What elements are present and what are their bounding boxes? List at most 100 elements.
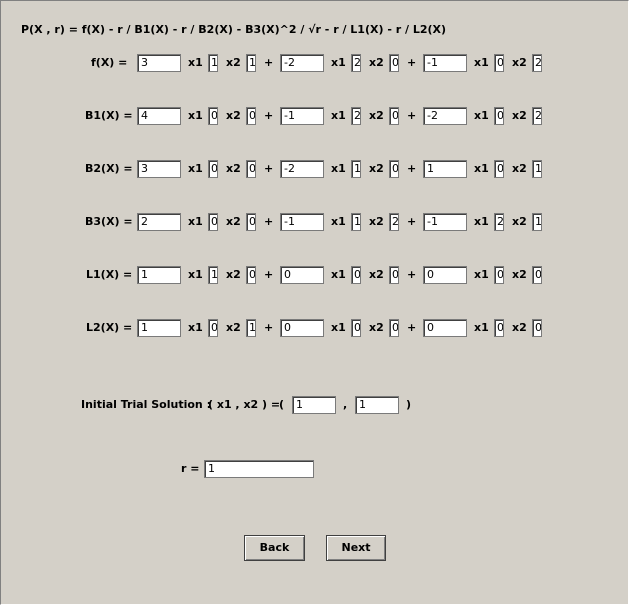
x2-label: x2 [369, 268, 384, 281]
coefficient-field[interactable]: 3 [137, 54, 181, 72]
x2-label: x2 [369, 162, 384, 175]
x2-exponent-field[interactable]: 0 [389, 160, 399, 178]
coefficient-field[interactable]: -2 [280, 54, 324, 72]
x1-exponent-field[interactable]: 2 [351, 107, 361, 125]
row-label: L2(X) = [86, 321, 133, 334]
x2-label: x2 [512, 215, 527, 228]
penalty-formula: P(X , r) = f(X) - r / B1(X) - r / B2(X) … [21, 23, 447, 36]
x2-exponent-field[interactable]: 1 [246, 319, 256, 337]
x2-label: x2 [512, 56, 527, 69]
x1-label: x1 [188, 109, 203, 122]
initial-solution-label: Initial Trial Solution : [81, 398, 211, 411]
plus-sign: + [407, 268, 417, 281]
x2-label: x2 [226, 268, 241, 281]
x1-exponent-field[interactable]: 0 [208, 160, 218, 178]
row-label: f(X) = [91, 56, 128, 69]
initial-x2-field[interactable]: 1 [355, 396, 399, 414]
x2-exponent-field[interactable]: 2 [389, 213, 399, 231]
x1-exponent-field[interactable]: 0 [351, 319, 361, 337]
x2-exponent-field[interactable]: 0 [246, 266, 256, 284]
x2-exponent-field[interactable]: 0 [389, 319, 399, 337]
x1-exponent-field[interactable]: 0 [351, 266, 361, 284]
r-field[interactable]: 1 [204, 460, 314, 478]
x2-exponent-field[interactable]: 0 [246, 107, 256, 125]
next-button[interactable]: Next [326, 535, 386, 561]
r-label: r = [181, 462, 200, 475]
plus-sign: + [407, 109, 417, 122]
x2-exponent-field[interactable]: 0 [532, 319, 542, 337]
x2-exponent-field[interactable]: 1 [246, 54, 256, 72]
x2-exponent-field[interactable]: 2 [532, 54, 542, 72]
x2-exponent-field[interactable]: 0 [246, 213, 256, 231]
x2-exponent-field[interactable]: 1 [532, 160, 542, 178]
x2-exponent-field[interactable]: 0 [389, 107, 399, 125]
coefficient-field[interactable]: 0 [280, 319, 324, 337]
plus-sign: + [407, 56, 417, 69]
plus-sign: + [264, 56, 274, 69]
x1-exponent-field[interactable]: 0 [494, 160, 504, 178]
plus-sign: + [407, 162, 417, 175]
close-paren: ) [406, 398, 412, 411]
x2-exponent-field[interactable]: 0 [246, 160, 256, 178]
x1-exponent-field[interactable]: 0 [208, 319, 218, 337]
x1-label: x1 [331, 321, 346, 334]
x2-exponent-field[interactable]: 0 [389, 54, 399, 72]
optimization-window: P(X , r) = f(X) - r / B1(X) - r / B2(X) … [0, 0, 629, 605]
x1-label: x1 [188, 321, 203, 334]
x1-label: x1 [331, 56, 346, 69]
coefficient-field[interactable]: 0 [280, 266, 324, 284]
coefficient-field[interactable]: -1 [280, 213, 324, 231]
coefficient-field[interactable]: -2 [423, 107, 467, 125]
coefficient-field[interactable]: -1 [423, 213, 467, 231]
x1-label: x1 [188, 268, 203, 281]
coefficient-field[interactable]: 1 [137, 266, 181, 284]
x2-label: x2 [226, 109, 241, 122]
row-label: B3(X) = [85, 215, 133, 228]
x2-exponent-field[interactable]: 1 [532, 213, 542, 231]
x1-exponent-field[interactable]: 0 [494, 266, 504, 284]
x1-exponent-field[interactable]: 0 [494, 107, 504, 125]
coefficient-field[interactable]: 2 [137, 213, 181, 231]
plus-sign: + [264, 162, 274, 175]
x1-label: x1 [331, 109, 346, 122]
coefficient-field[interactable]: 0 [423, 319, 467, 337]
coefficient-field[interactable]: 1 [137, 319, 181, 337]
initial-x1-field[interactable]: 1 [292, 396, 336, 414]
x1-exponent-field[interactable]: 0 [494, 54, 504, 72]
x1-exponent-field[interactable]: 0 [208, 107, 218, 125]
x2-label: x2 [226, 321, 241, 334]
x1-exponent-field[interactable]: 1 [351, 213, 361, 231]
x2-label: x2 [369, 109, 384, 122]
x2-label: x2 [226, 56, 241, 69]
x1-exponent-field[interactable]: 1 [351, 160, 361, 178]
x1-exponent-field[interactable]: 2 [494, 213, 504, 231]
x1-exponent-field[interactable]: 2 [351, 54, 361, 72]
x2-exponent-field[interactable]: 0 [532, 266, 542, 284]
plus-sign: + [264, 268, 274, 281]
comma: , [343, 398, 348, 411]
initial-tuple-label: ( x1 , x2 ) = [208, 398, 281, 411]
x1-exponent-field[interactable]: 1 [208, 266, 218, 284]
coefficient-field[interactable]: -2 [280, 160, 324, 178]
x2-exponent-field[interactable]: 0 [389, 266, 399, 284]
back-button[interactable]: Back [244, 535, 305, 561]
coefficient-field[interactable]: -1 [280, 107, 324, 125]
x1-exponent-field[interactable]: 1 [208, 54, 218, 72]
row-label: B2(X) = [85, 162, 133, 175]
coefficient-field[interactable]: 3 [137, 160, 181, 178]
x1-label: x1 [188, 162, 203, 175]
x1-label: x1 [331, 268, 346, 281]
coefficient-field[interactable]: -1 [423, 54, 467, 72]
x1-exponent-field[interactable]: 0 [208, 213, 218, 231]
x2-label: x2 [226, 215, 241, 228]
coefficient-field[interactable]: 0 [423, 266, 467, 284]
coefficient-field[interactable]: 4 [137, 107, 181, 125]
plus-sign: + [264, 215, 274, 228]
x1-label: x1 [474, 162, 489, 175]
open-paren: ( [279, 398, 285, 411]
x1-label: x1 [474, 321, 489, 334]
coefficient-field[interactable]: 1 [423, 160, 467, 178]
x2-exponent-field[interactable]: 2 [532, 107, 542, 125]
x1-exponent-field[interactable]: 0 [494, 319, 504, 337]
x2-label: x2 [512, 321, 527, 334]
